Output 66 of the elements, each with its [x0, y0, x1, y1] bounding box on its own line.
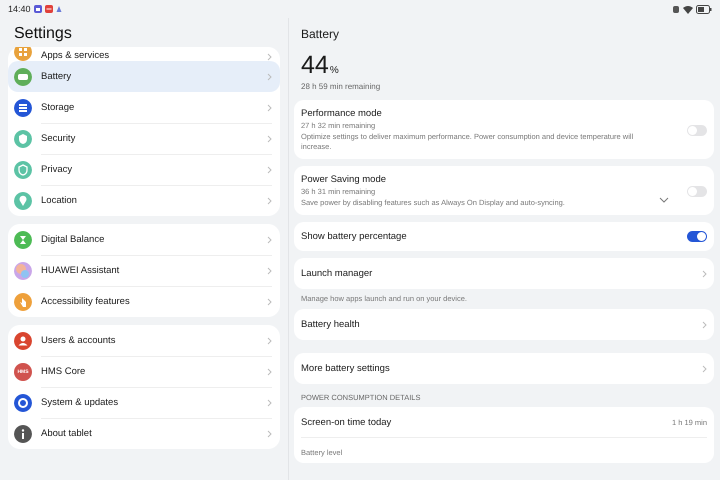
- item-label: HUAWEI Assistant: [41, 265, 120, 276]
- app-icon: [44, 5, 53, 13]
- settings-item[interactable]: Accessibility features: [8, 286, 280, 317]
- chevron-icon: [267, 134, 272, 142]
- toggle-switch[interactable]: [687, 124, 707, 136]
- chevron-icon: [267, 266, 272, 274]
- item-label: HMS Core: [41, 366, 86, 377]
- item-label: Location: [41, 195, 78, 206]
- chevron-icon: [267, 53, 272, 61]
- chevron-icon: [267, 368, 272, 376]
- setting-title: Show battery percentage: [301, 231, 408, 242]
- remaining-time: 28 h 59 min remaining: [300, 81, 382, 91]
- settings-item[interactable]: HUAWEI Assistant: [8, 255, 280, 286]
- chevron-icon: [267, 336, 272, 344]
- chevron-icon: [267, 72, 272, 80]
- settings-item[interactable]: Storage: [8, 92, 280, 123]
- settings-item[interactable]: Location: [8, 185, 280, 216]
- settings-item[interactable]: Privacy: [8, 154, 280, 185]
- item-label: Digital Balance: [41, 234, 106, 245]
- item-label: About tablet: [41, 428, 93, 439]
- chevron-icon: [267, 236, 272, 244]
- clock-time: 14:40: [8, 4, 31, 14]
- item-label: System & updates: [41, 397, 120, 408]
- battery-percent: 44: [301, 51, 329, 79]
- chevron-icon: [702, 320, 707, 329]
- setting-title: Performance mode: [301, 108, 383, 119]
- wifi-icon: [683, 4, 693, 14]
- setting-card[interactable]: Launch manager: [294, 258, 714, 290]
- setting-title: Battery health: [301, 319, 360, 330]
- settings-item[interactable]: Security: [8, 123, 280, 154]
- triangle-icon: [56, 5, 62, 13]
- settings-item[interactable]: Battery: [8, 61, 280, 92]
- settings-item[interactable]: Digital Balance: [8, 224, 280, 255]
- toggle-switch[interactable]: [687, 186, 707, 197]
- setting-card[interactable]: Battery health: [294, 309, 714, 340]
- chevron-icon: [702, 270, 707, 278]
- item-label: Privacy: [41, 164, 74, 175]
- section-title: Battery: [300, 26, 340, 41]
- item-label: Battery: [41, 71, 72, 82]
- settings-item[interactable]: About tablet: [8, 418, 280, 449]
- item-label: Users & accounts: [41, 335, 116, 346]
- settings-item[interactable]: Apps & services: [8, 47, 280, 61]
- chevron-icon[interactable]: [659, 197, 669, 204]
- setting-card[interactable]: More battery settings: [294, 353, 714, 384]
- item-label: Storage: [41, 102, 76, 113]
- chevron-icon: [267, 298, 272, 306]
- chevron-icon: [267, 166, 272, 174]
- chevron-icon: [267, 430, 272, 438]
- item-label: Accessibility features: [41, 296, 131, 307]
- chevron-icon: [267, 196, 272, 204]
- item-label: Security: [41, 133, 76, 144]
- chevron-icon: [267, 104, 272, 112]
- chevron-icon: [702, 364, 707, 373]
- page-title: Settings: [13, 24, 73, 44]
- settings-item[interactable]: System & updates: [8, 387, 280, 418]
- setting-title: Launch manager: [301, 268, 372, 280]
- settings-item[interactable]: Users & accounts: [8, 325, 280, 356]
- setting-title: More battery settings: [301, 363, 390, 374]
- toggle-switch[interactable]: [687, 231, 707, 242]
- battery-icon: [696, 4, 712, 14]
- item-label: Apps & services: [41, 50, 110, 61]
- chevron-icon: [267, 398, 272, 406]
- app-icon: [34, 5, 42, 13]
- setting-title: Power Saving mode: [301, 174, 388, 186]
- percent-sign: %: [330, 65, 339, 76]
- setting-title: Screen-on time today: [301, 416, 392, 428]
